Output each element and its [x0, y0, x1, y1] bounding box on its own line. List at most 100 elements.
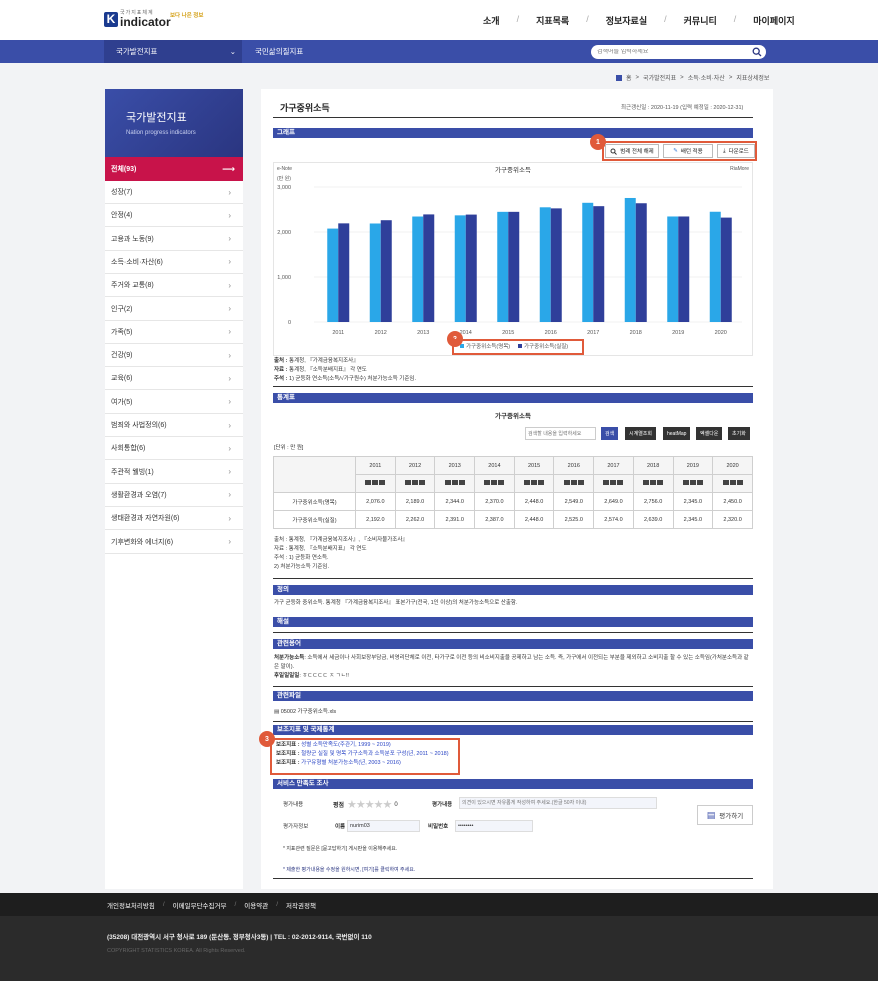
sidebar-item[interactable]: 범죄와 사법정의(6) ›: [105, 414, 243, 437]
excel-download-button[interactable]: 엑셀다운: [696, 427, 723, 440]
table-row: 가구중위소득(실질) 2,192.0 2,262.0 2,391.0 2,387.0 2,…: [273, 510, 753, 529]
year-header: 2011: [355, 456, 396, 475]
section-header-table: 통계표: [273, 393, 753, 403]
sidebar-item-all[interactable]: 전체(93) ⟶: [105, 157, 243, 181]
gnb-indicator-list[interactable]: 지표목록: [536, 14, 569, 27]
gnb-mypage[interactable]: 마이페이지: [753, 14, 794, 27]
sidebar-item[interactable]: 건강(9) ›: [105, 344, 243, 368]
sort-controls[interactable]: [474, 474, 515, 493]
table-search-input[interactable]: [525, 427, 596, 440]
nav-primary-dropdown[interactable]: 국가발전지표 ⌄: [104, 40, 242, 63]
chevron-right-icon: ›: [228, 537, 231, 546]
table-title: 가구중위소득: [495, 413, 531, 420]
table-cell: 2,574.0: [593, 510, 634, 529]
survey-content-input[interactable]: [459, 797, 657, 809]
timeseries-button[interactable]: 시계열조회: [625, 427, 657, 440]
sort-controls[interactable]: [672, 474, 714, 493]
sidebar-item[interactable]: 교육(6) ›: [105, 367, 243, 391]
table-note: 자료 : 통계청, 『소득분배지표』 각 연도: [274, 546, 367, 552]
sidebar-item[interactable]: 사회통합(6) ›: [105, 437, 243, 461]
sub-indicator-link[interactable]: 가구유형별 처분가능소득(년, 2003 ~ 2016): [301, 760, 401, 766]
password-field[interactable]: ••••••••: [455, 820, 533, 832]
sidebar-item[interactable]: 성장(7) ›: [105, 181, 243, 204]
sort-controls[interactable]: [593, 474, 634, 493]
search-icon[interactable]: [752, 47, 762, 57]
file-link[interactable]: ▤ 05002 가구중위소득.xls: [274, 708, 336, 717]
survey-note-link[interactable]: * 제출한 평가내용을 수정을 원하시면, [여기]를 클릭하여 주세요.: [283, 866, 415, 873]
bar-real: [593, 206, 605, 322]
year-header: 2016: [553, 456, 595, 475]
y-tick-label: 3,000: [277, 185, 291, 191]
logo-title: indicator: [120, 14, 171, 29]
sub-indicator-link[interactable]: 철량군 실질 및 명목 가구소득과 소득분포 구성(년, 2011 ~ 2018…: [301, 751, 448, 757]
sort-controls[interactable]: [434, 474, 476, 493]
bar-nominal: [454, 215, 466, 322]
gnb-community[interactable]: 커뮤니티: [684, 14, 717, 27]
x-tick-label: 2016: [545, 330, 557, 336]
table-note: 주석 : 1) 균등화 연소득.: [274, 555, 329, 561]
gnb-resources[interactable]: 정보자료실: [606, 14, 647, 27]
nav-secondary-link[interactable]: 국민삶의질지표: [255, 40, 303, 63]
reset-button[interactable]: 초기화: [728, 427, 750, 440]
table-search-button[interactable]: 검색: [601, 427, 619, 440]
legend-reset-button[interactable]: 범례 전체 해제: [605, 144, 659, 158]
sidebar-item[interactable]: 고용과 노동(9) ›: [105, 228, 243, 251]
divider: [273, 721, 753, 722]
sidebar-item[interactable]: 가족(5) ›: [105, 321, 243, 344]
sort-controls[interactable]: [355, 474, 396, 493]
sub-indicator-item: 보조지표 : 가구유형별 처분가능소득(년, 2003 ~ 2016): [276, 760, 401, 766]
baton-apply-button[interactable]: ✎ 배턴 적용: [663, 144, 713, 158]
bar-real: [678, 216, 690, 322]
table-cell: 2,076.0: [355, 492, 396, 511]
year-header: 2015: [513, 456, 555, 475]
sort-controls[interactable]: [632, 474, 674, 493]
sidebar-item[interactable]: 소득·소비·자산(6) ›: [105, 251, 243, 274]
breadcrumb-level1[interactable]: 국가발전지표: [643, 73, 676, 82]
footer-copyright: COPYRIGHT STATISTICS KOREA. All Rights R…: [107, 948, 246, 954]
footer-link-terms[interactable]: 이용약관: [244, 900, 268, 910]
name-label: 이름: [335, 824, 346, 830]
download-button[interactable]: ⤓ 다운로드: [717, 144, 755, 158]
home-icon[interactable]: [616, 74, 622, 81]
section-header-definition: 정의: [273, 585, 753, 595]
sidebar-item[interactable]: 기후변화와 에너지(6) ›: [105, 531, 243, 554]
table-cell: 2,756.0: [632, 492, 674, 511]
search-input[interactable]: [597, 49, 737, 55]
footer-link-email[interactable]: 이메일무단수집거부: [173, 900, 227, 910]
year-header: 2019: [672, 456, 714, 475]
name-field[interactable]: nurim03: [347, 820, 420, 832]
sidebar-item[interactable]: 생활환경과 오염(7) ›: [105, 484, 243, 507]
sidebar-item[interactable]: 여가(5) ›: [105, 391, 243, 414]
divider: [273, 578, 753, 579]
table-cell: 2,549.0: [553, 492, 595, 511]
star-rating[interactable]: ★★★★★: [347, 798, 392, 811]
sort-controls[interactable]: [553, 474, 595, 493]
footer-link-privacy[interactable]: 개인정보처리방침: [107, 900, 155, 910]
sidebar-item[interactable]: 인구(2) ›: [105, 298, 243, 321]
bar-real: [338, 223, 350, 322]
sub-indicator-link[interactable]: 성별 소득만족도(주관기, 1999 ~ 2019): [301, 742, 391, 748]
sidebar-item[interactable]: 주거와 교통(8) ›: [105, 274, 243, 298]
sort-controls[interactable]: [513, 474, 555, 493]
sidebar-item[interactable]: 생태환경과 자연자원(6) ›: [105, 507, 243, 531]
highlight-box-2: [452, 339, 584, 355]
sort-controls[interactable]: [394, 474, 436, 493]
breadcrumb-level2[interactable]: 소득·소비·자산: [688, 73, 725, 82]
term-item: 후일일일일: ㅎㄷㄷㄷㄷ ㅈ ㄱㄴ!!: [274, 673, 349, 679]
note-source: 출처 : 통계청, 『가계금융복지조사』: [274, 358, 359, 364]
sidebar-item[interactable]: 주관적 웰빙(1) ›: [105, 461, 243, 484]
sidebar-item[interactable]: 안정(4) ›: [105, 204, 243, 228]
x-tick-label: 2013: [417, 330, 429, 336]
site-logo[interactable]: K 국가지표체계 indicator: [104, 9, 171, 29]
chevron-right-icon: ›: [228, 350, 231, 360]
unit-label: [단위 : 만 원]: [274, 445, 304, 451]
submit-rating-button[interactable]: ▤ 평가하기: [697, 805, 753, 825]
sort-controls[interactable]: [712, 474, 753, 493]
badge-logo: 보다 나은 정보: [170, 13, 204, 19]
heatmap-button[interactable]: heatMap: [663, 427, 691, 440]
breadcrumb-home[interactable]: 홈: [626, 73, 632, 82]
gnb-intro[interactable]: 소개: [483, 14, 500, 27]
evaluator-label: 평가자정보: [283, 824, 309, 830]
footer-link-copyright[interactable]: 저작권정책: [286, 900, 316, 910]
chevron-right-icon: ›: [228, 490, 231, 500]
